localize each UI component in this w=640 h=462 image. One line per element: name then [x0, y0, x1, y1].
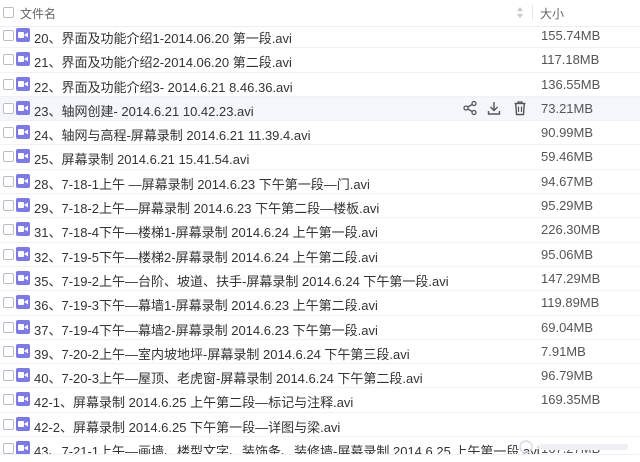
row-checkbox[interactable] [3, 200, 14, 212]
video-file-icon [16, 52, 30, 67]
file-size: 73.21MB [541, 100, 594, 116]
share-icon[interactable] [462, 100, 478, 116]
file-name[interactable]: 37、7-19-4下午—幕墙2-屏幕录制 2014.6.23 下午第一段.avi [34, 320, 378, 339]
video-file-icon [16, 441, 30, 455]
video-file-icon [16, 368, 30, 383]
file-list: 文件名 大小 20、界面及功能介绍1-2014.06.20 第一段.avi 15… [0, 0, 640, 462]
file-row[interactable]: 39、7-20-2上午—室内坡地坪-屏幕录制 2014.6.24 下午第三段.a… [0, 340, 640, 365]
file-size: 95.29MB [541, 198, 594, 214]
file-size: 95.06MB [541, 246, 594, 262]
row-checkbox[interactable] [3, 443, 14, 455]
video-file-icon [16, 246, 30, 261]
file-name[interactable]: 29、7-18-2上午—屏幕录制 2014.6.23 下午第二段—楼板.avi [34, 198, 379, 217]
file-size: 147.29MB [541, 270, 601, 286]
video-file-icon [16, 173, 30, 188]
file-row[interactable]: 29、7-18-2上午—屏幕录制 2014.6.23 下午第二段—楼板.avi … [0, 194, 640, 219]
column-divider [532, 5, 533, 20]
file-row[interactable]: 37、7-19-4下午—幕墙2-屏幕录制 2014.6.23 下午第一段.avi… [0, 316, 640, 340]
file-name[interactable]: 35、7-19-2上午—台阶、坡道、扶手-屏幕录制 2014.6.24 下午第一… [34, 271, 449, 290]
file-size: 169.35MB [541, 392, 601, 408]
column-header-size[interactable]: 大小 [540, 5, 564, 22]
file-row[interactable]: 42-1、屏幕录制 2014.6.25 上午第二段—标记与注释.avi 169.… [0, 388, 640, 413]
sort-icon[interactable] [516, 6, 524, 19]
row-checkbox[interactable] [3, 102, 14, 114]
video-file-icon [16, 295, 30, 310]
video-file-icon [16, 319, 30, 334]
file-name[interactable]: 25、屏幕录制 2014.6.21 15.41.54.avi [34, 149, 249, 168]
file-size: 117.18MB [541, 52, 600, 68]
column-header-name[interactable]: 文件名 [20, 5, 56, 22]
file-row-hovered[interactable]: 23、轴网创建- 2014.6.21 10.42.23.avi 73.21MB [0, 96, 640, 122]
watermark-logo [516, 437, 636, 457]
file-size: 7.91MB [541, 343, 586, 359]
file-name[interactable]: 23、轴网创建- 2014.6.21 10.42.23.avi [34, 101, 254, 120]
row-checkbox[interactable] [3, 394, 14, 406]
row-checkbox[interactable] [3, 345, 14, 357]
file-name[interactable]: 43、7-21-1上午—画墙、楼型文字、装饰条、装修墙-屏幕录制 2014.6.… [34, 441, 540, 454]
file-name[interactable]: 36、7-19-3下午—幕墙1-屏幕录制 2014.6.23 上午第二段.avi [34, 295, 378, 314]
file-size: 96.79MB [541, 368, 594, 384]
video-file-icon [16, 270, 30, 285]
row-checkbox[interactable] [3, 321, 14, 333]
file-row[interactable]: 20、界面及功能介绍1-2014.06.20 第一段.avi 155.74MB [0, 24, 640, 49]
row-checkbox[interactable] [3, 175, 14, 187]
file-name[interactable]: 42-1、屏幕录制 2014.6.25 上午第二段—标记与注释.avi [34, 392, 353, 411]
video-file-icon [16, 28, 30, 42]
file-size: 59.46MB [541, 149, 594, 165]
row-checkbox[interactable] [3, 78, 14, 90]
file-name[interactable]: 42-2、屏幕录制 2014.6.25 下午第一段—详图与梁.avi [34, 417, 340, 436]
select-all-checkbox[interactable] [3, 7, 14, 18]
file-name[interactable]: 39、7-20-2上午—室内坡地坪-屏幕录制 2014.6.24 下午第三段.a… [34, 344, 410, 363]
row-checkbox[interactable] [3, 151, 14, 163]
file-row[interactable]: 32、7-19-5下午—楼梯2-屏幕录制 2014.6.24 上午第二段.avi… [0, 243, 640, 267]
video-file-icon [16, 198, 30, 213]
file-size: 119.89MB [541, 295, 600, 311]
file-size: 69.04MB [541, 319, 594, 335]
file-row[interactable]: 24、轴网与高程-屏幕录制 2014.6.21 11.39.4.avi 90.9… [0, 121, 640, 146]
file-row[interactable]: 31、7-18-4下午—楼梯1-屏幕录制 2014.6.24 上午第一段.avi… [0, 218, 640, 243]
video-file-icon [16, 222, 30, 237]
file-size: 155.74MB [541, 28, 601, 43]
video-file-icon [16, 149, 30, 164]
file-row[interactable]: 28、7-18-1上午 —屏幕录制 2014.6.23 下午第一段—门.avi … [0, 170, 640, 195]
row-checkbox[interactable] [3, 30, 14, 41]
file-row[interactable]: 40、7-20-3上午—屋顶、老虎窗-屏幕录制 2014.6.24 下午第二段.… [0, 364, 640, 389]
file-name[interactable]: 28、7-18-1上午 —屏幕录制 2014.6.23 下午第一段—门.avi [34, 174, 370, 193]
file-size: 94.67MB [541, 173, 594, 189]
file-rows: 20、界面及功能介绍1-2014.06.20 第一段.avi 155.74MB … [0, 24, 640, 456]
row-checkbox[interactable] [3, 272, 14, 284]
file-size: 136.55MB [541, 76, 601, 92]
video-file-icon [16, 392, 30, 407]
file-row[interactable]: 35、7-19-2上午—台阶、坡道、扶手-屏幕录制 2014.6.24 下午第一… [0, 267, 640, 292]
row-checkbox[interactable] [3, 418, 14, 430]
file-name[interactable]: 20、界面及功能介绍1-2014.06.20 第一段.avi [34, 28, 292, 47]
row-checkbox[interactable] [3, 127, 14, 139]
row-checkbox[interactable] [3, 297, 14, 309]
row-checkbox[interactable] [3, 54, 14, 66]
row-checkbox[interactable] [3, 370, 14, 382]
file-row[interactable]: 21、界面及功能介绍2-2014.06.20 第二段.avi 117.18MB [0, 48, 640, 73]
download-icon[interactable] [486, 100, 502, 116]
file-row[interactable]: 42-2、屏幕录制 2014.6.25 下午第一段—详图与梁.avi [0, 413, 640, 438]
file-name[interactable]: 22、界面及功能介绍3- 2014.6.21 8.46.36.avi [34, 77, 293, 96]
file-size: 90.99MB [541, 125, 594, 141]
file-name[interactable]: 31、7-18-4下午—楼梯1-屏幕录制 2014.6.24 上午第一段.avi [34, 222, 378, 241]
video-file-icon [16, 100, 30, 115]
video-file-icon [16, 343, 30, 358]
file-row[interactable]: 36、7-19-3下午—幕墙1-屏幕录制 2014.6.23 上午第二段.avi… [0, 291, 640, 316]
file-row[interactable]: 25、屏幕录制 2014.6.21 15.41.54.avi 59.46MB [0, 145, 640, 170]
file-row[interactable]: 22、界面及功能介绍3- 2014.6.21 8.46.36.avi 136.5… [0, 73, 640, 97]
row-checkbox[interactable] [3, 248, 14, 260]
video-file-icon [16, 416, 30, 431]
trash-icon[interactable] [512, 100, 528, 116]
file-name[interactable]: 21、界面及功能介绍2-2014.06.20 第二段.avi [34, 52, 292, 71]
file-name[interactable]: 24、轴网与高程-屏幕录制 2014.6.21 11.39.4.avi [34, 125, 311, 144]
video-file-icon [16, 125, 30, 140]
video-file-icon [16, 76, 30, 91]
file-size: 226.30MB [541, 222, 601, 238]
list-header: 文件名 大小 [0, 0, 640, 27]
file-name[interactable]: 40、7-20-3上午—屋顶、老虎窗-屏幕录制 2014.6.24 下午第二段.… [34, 368, 423, 387]
file-name[interactable]: 32、7-19-5下午—楼梯2-屏幕录制 2014.6.24 上午第二段.avi [34, 247, 378, 266]
row-checkbox[interactable] [3, 224, 14, 236]
